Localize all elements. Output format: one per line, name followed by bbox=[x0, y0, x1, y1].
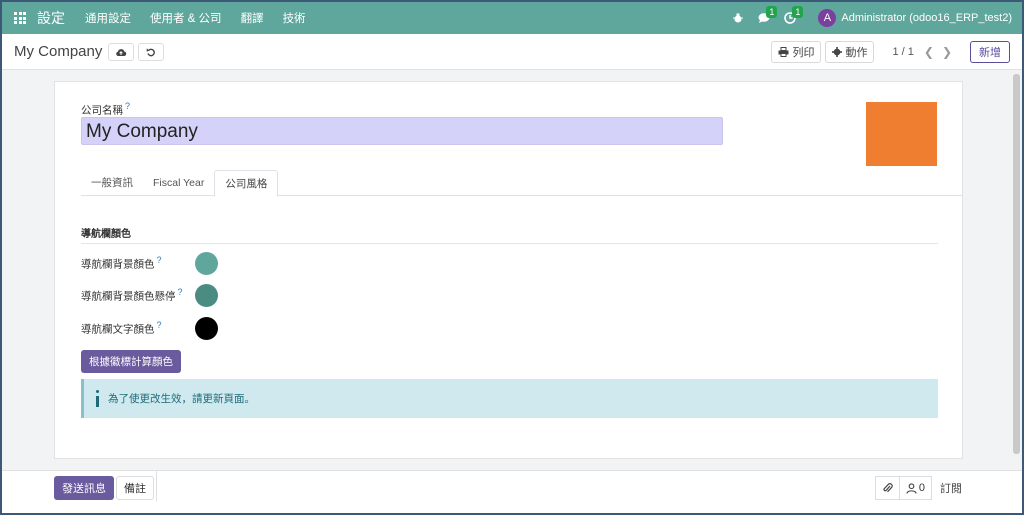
avatar[interactable]: A bbox=[818, 9, 837, 27]
navbar-bg-color-row: 導航欄背景顏色? bbox=[81, 252, 218, 275]
section-title: 導航欄顏色 bbox=[81, 225, 938, 244]
followers-count: 0 bbox=[918, 482, 925, 494]
printer-icon bbox=[778, 46, 789, 57]
discard-button[interactable] bbox=[138, 42, 165, 61]
company-logo-image[interactable] bbox=[866, 102, 937, 166]
apps-menu-icon[interactable] bbox=[14, 12, 26, 24]
paperclip-icon bbox=[883, 483, 893, 493]
company-name-label: 公司名稱? bbox=[81, 101, 130, 118]
navbar-text-color-swatch[interactable] bbox=[195, 317, 218, 340]
form-sheet: 公司名稱? My Company 一般資訊 Fiscal Year 公司風格 導… bbox=[54, 81, 963, 459]
navbar-bg-color-label: 導航欄背景顏色? bbox=[81, 255, 195, 272]
tab-fiscal-year[interactable]: Fiscal Year bbox=[143, 170, 214, 195]
user-icon bbox=[906, 482, 917, 494]
navbar-bg-hover-color-row: 導航欄背景顏色懸停? bbox=[81, 284, 218, 307]
app-frame: 設定 通用設定 使用者 & 公司 翻譯 技術 1 1 A Administrat… bbox=[0, 0, 1024, 515]
new-button[interactable]: 新增 bbox=[970, 40, 1010, 63]
company-name-label-text: 公司名稱 bbox=[81, 104, 123, 117]
messages-badge: 1 bbox=[766, 6, 778, 18]
form-tabs: 一般資訊 Fiscal Year 公司風格 bbox=[81, 170, 962, 197]
company-name-field[interactable]: My Company bbox=[81, 117, 723, 145]
breadcrumb: My Company bbox=[14, 43, 103, 60]
help-tooltip-icon[interactable]: ? bbox=[125, 101, 130, 111]
menu-translations[interactable]: 翻譯 bbox=[241, 10, 264, 26]
pager-prev-icon[interactable]: ❮ bbox=[924, 45, 934, 59]
navbar-bg-color-swatch[interactable] bbox=[195, 252, 218, 275]
app-brand[interactable]: 設定 bbox=[37, 8, 65, 28]
pager-value[interactable]: 1 / 1 bbox=[892, 46, 913, 58]
print-label: 列印 bbox=[792, 46, 815, 59]
menu-users-companies[interactable]: 使用者 & 公司 bbox=[150, 10, 222, 26]
save-cloud-button[interactable] bbox=[108, 42, 135, 61]
send-message-button[interactable]: 發送訊息 bbox=[54, 476, 114, 500]
info-icon bbox=[93, 389, 102, 409]
log-note-button[interactable]: 備註 bbox=[116, 476, 154, 500]
activities-clock-icon[interactable]: 1 bbox=[784, 6, 804, 24]
tab-company-style[interactable]: 公司風格 bbox=[214, 170, 279, 197]
gear-icon bbox=[832, 46, 843, 57]
help-tooltip-icon[interactable]: ? bbox=[157, 320, 162, 330]
action-label: 動作 bbox=[845, 46, 868, 59]
navbar-bg-color-label-text: 導航欄背景顏色 bbox=[81, 258, 155, 271]
follow-button[interactable]: 訂閱 bbox=[940, 480, 962, 496]
activities-badge: 1 bbox=[792, 6, 804, 18]
user-menu[interactable]: Administrator (odoo16_ERP_test2) bbox=[841, 12, 1012, 24]
navbar-text-color-label-text: 導航欄文字顏色 bbox=[81, 323, 155, 336]
help-tooltip-icon[interactable]: ? bbox=[157, 255, 162, 265]
top-navbar: 設定 通用設定 使用者 & 公司 翻譯 技術 1 1 A Administrat… bbox=[2, 2, 1022, 34]
page-scrollbar[interactable] bbox=[1013, 74, 1020, 454]
alert-message: 為了使更改生效，請更新頁面。 bbox=[108, 393, 255, 405]
control-panel: My Company 列印 動作 1 / 1 ❮ ❯ 新增 bbox=[2, 34, 1022, 70]
navbar-bg-hover-color-swatch[interactable] bbox=[195, 284, 218, 307]
menu-general-settings[interactable]: 通用設定 bbox=[85, 10, 131, 26]
pager-next-icon[interactable]: ❯ bbox=[942, 45, 952, 59]
messages-chat-icon[interactable]: 1 bbox=[758, 6, 778, 24]
followers-button[interactable]: 0 bbox=[899, 476, 932, 500]
attachments-button[interactable] bbox=[874, 476, 900, 500]
navbar-bg-hover-color-label-text: 導航欄背景顏色懸停 bbox=[81, 290, 176, 303]
debug-bug-icon[interactable] bbox=[732, 12, 744, 24]
undo-icon bbox=[146, 47, 156, 56]
navbar-text-color-label: 導航欄文字顏色? bbox=[81, 320, 195, 337]
navbar-bg-hover-color-label: 導航欄背景顏色懸停? bbox=[81, 287, 195, 304]
help-tooltip-icon[interactable]: ? bbox=[178, 287, 183, 297]
navbar-text-color-row: 導航欄文字顏色? bbox=[81, 317, 218, 340]
action-button[interactable]: 動作 bbox=[825, 40, 875, 63]
print-button[interactable]: 列印 bbox=[771, 40, 822, 63]
menu-technical[interactable]: 技術 bbox=[283, 10, 306, 26]
tab-general-info[interactable]: 一般資訊 bbox=[81, 170, 143, 195]
chatter-divider bbox=[156, 471, 157, 501]
info-alert: 為了使更改生效，請更新頁面。 bbox=[81, 379, 938, 418]
cloud-upload-icon bbox=[116, 48, 127, 56]
chatter-panel: 發送訊息 備註 0 訂閱 bbox=[2, 470, 1022, 513]
compute-colors-button[interactable]: 根據徽標計算顏色 bbox=[81, 350, 181, 373]
